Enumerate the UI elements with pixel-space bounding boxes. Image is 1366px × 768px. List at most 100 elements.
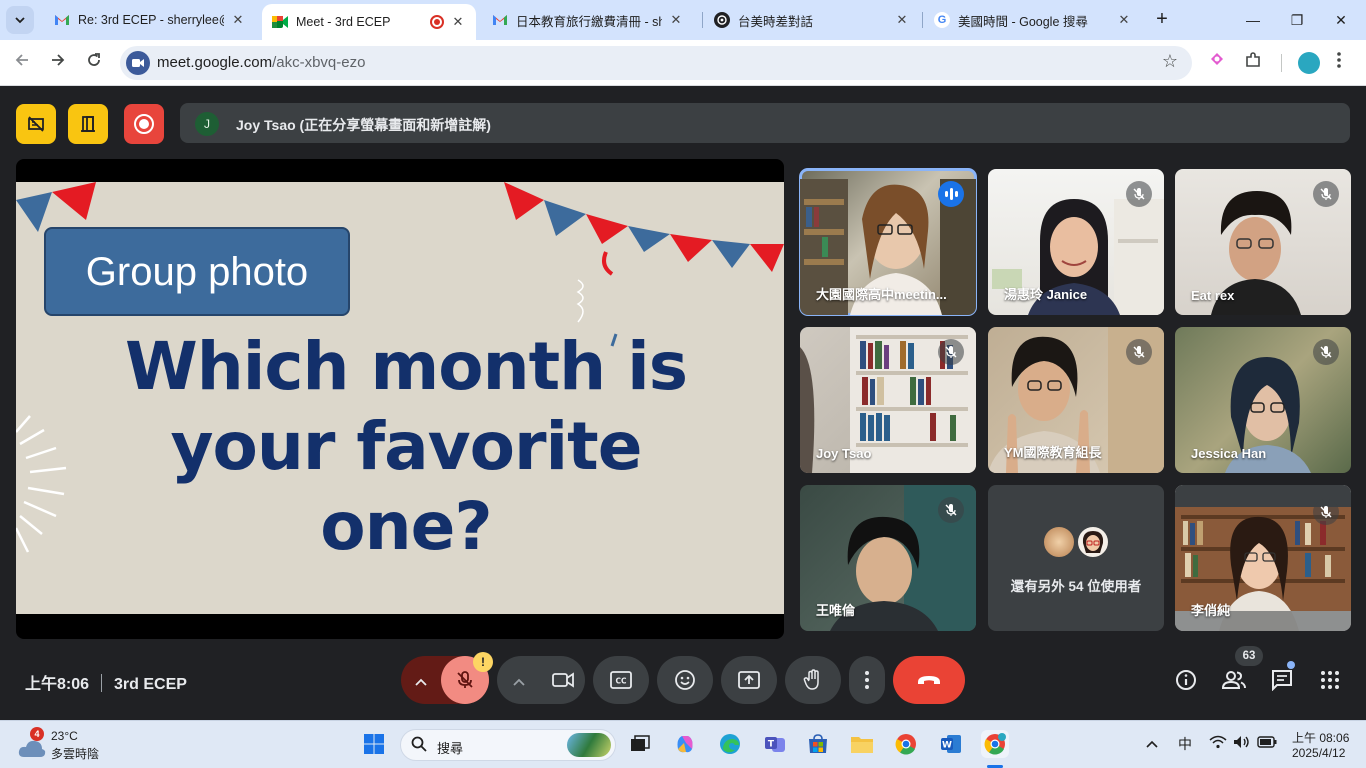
mic-warning-icon[interactable]: ! bbox=[473, 652, 493, 672]
restore-button[interactable]: ❐ bbox=[1274, 6, 1320, 34]
mic-off-icon bbox=[1313, 339, 1339, 365]
raise-hand-button[interactable] bbox=[785, 656, 841, 704]
tab-title: Re: 3rd ECEP - sherrylee@g bbox=[78, 13, 224, 27]
present-screen-icon bbox=[738, 671, 760, 689]
site-info-icon[interactable] bbox=[126, 51, 150, 75]
ime-indicator[interactable]: 中 bbox=[1178, 734, 1192, 754]
reactions-button[interactable] bbox=[657, 656, 713, 704]
participant-tile[interactable]: 王唯倫 bbox=[800, 485, 976, 631]
presenter-label: Joy Tsao (正在分享螢幕畫面和新增註解) bbox=[236, 117, 491, 133]
others-suffix: 位使用者 bbox=[1083, 579, 1142, 594]
store-app[interactable] bbox=[804, 730, 832, 758]
leave-call-button[interactable] bbox=[893, 656, 965, 704]
close-window-button[interactable]: ✕ bbox=[1318, 6, 1364, 34]
browser-toolbar: meet.google.com/akc-xbvq-ezo ☆ bbox=[0, 40, 1366, 86]
meeting-info: 上午8:06 3rd ECEP bbox=[25, 670, 187, 694]
participant-name: Joy Tsao bbox=[816, 446, 872, 461]
teams-app[interactable]: T bbox=[761, 730, 789, 758]
tab-gmail-japan-trip[interactable]: 日本教育旅行繳費清冊 - she ✕ bbox=[482, 4, 694, 36]
participant-tile[interactable]: Jessica Han bbox=[1175, 327, 1351, 473]
activities-button[interactable] bbox=[1317, 667, 1343, 693]
tab-gmail-re-3rd-ecep[interactable]: Re: 3rd ECEP - sherrylee@g ✕ bbox=[44, 4, 256, 36]
reload-button[interactable] bbox=[81, 50, 107, 76]
extensions-puzzle-icon[interactable] bbox=[1244, 51, 1262, 74]
participant-tile[interactable]: Joy Tsao bbox=[800, 327, 976, 473]
people-icon bbox=[1222, 671, 1246, 689]
new-tab-button[interactable]: + bbox=[1150, 8, 1174, 32]
tab-title: Meet - 3rd ECEP bbox=[296, 15, 391, 29]
captions-button[interactable]: CC bbox=[593, 656, 649, 704]
more-options-button[interactable] bbox=[849, 656, 885, 704]
wifi-icon[interactable] bbox=[1209, 735, 1227, 752]
meeting-details-button[interactable] bbox=[1173, 667, 1199, 693]
chrome-profile-app[interactable] bbox=[981, 730, 1009, 758]
arrow-right-icon bbox=[52, 54, 65, 66]
google-icon: G bbox=[934, 12, 950, 28]
participant-name: 李俏純 bbox=[1191, 603, 1231, 618]
forward-button[interactable] bbox=[45, 50, 71, 76]
slide-question-line2: your favorite one? bbox=[170, 408, 643, 565]
chat-button[interactable] bbox=[1269, 667, 1295, 693]
recording-button[interactable] bbox=[124, 104, 164, 144]
url-text: meet.google.com/akc-xbvq-ezo bbox=[157, 54, 365, 71]
participant-name: Eat rex bbox=[1191, 288, 1235, 303]
folder-icon bbox=[851, 737, 873, 753]
participant-name: Jessica Han bbox=[1191, 446, 1267, 461]
close-tab-icon[interactable]: ✕ bbox=[230, 12, 246, 28]
word-app[interactable]: W bbox=[937, 730, 965, 758]
tab-meet-3rd-ecep[interactable]: Meet - 3rd ECEP ✕ bbox=[262, 4, 476, 40]
address-bar[interactable]: meet.google.com/akc-xbvq-ezo ☆ bbox=[120, 46, 1192, 80]
tab-chatgpt-time-diff[interactable]: 台美時差對話 ✕ bbox=[704, 4, 920, 36]
close-tab-icon[interactable]: ✕ bbox=[894, 12, 910, 28]
weather-description: 多雲時陰 bbox=[51, 747, 100, 761]
clock-date[interactable]: 2025/4/12 bbox=[1292, 746, 1345, 760]
minimize-button[interactable]: — bbox=[1230, 6, 1276, 34]
volume-icon[interactable] bbox=[1233, 735, 1251, 752]
mic-off-icon bbox=[1313, 181, 1339, 207]
camera-toggle-button[interactable] bbox=[541, 656, 585, 704]
hide-tiles-button[interactable] bbox=[16, 104, 56, 144]
present-screen-button[interactable] bbox=[721, 656, 777, 704]
start-button[interactable] bbox=[360, 730, 388, 758]
edge-app[interactable] bbox=[716, 730, 744, 758]
participant-tile[interactable]: 大園國際高中meetin... bbox=[799, 168, 977, 316]
task-view-icon bbox=[631, 735, 650, 751]
browser-window: Re: 3rd ECEP - sherrylee@g ✕ Meet - 3rd … bbox=[0, 0, 1366, 720]
close-tab-icon[interactable]: ✕ bbox=[1116, 12, 1132, 28]
participant-tile[interactable]: 湯惠玲 Janice bbox=[988, 169, 1164, 315]
clock-time[interactable]: 上午 08:06 bbox=[1292, 729, 1349, 746]
others-count: 54 bbox=[1068, 579, 1084, 594]
others-tile[interactable]: 還有另外 54 位使用者 bbox=[988, 485, 1164, 631]
people-button[interactable] bbox=[1221, 667, 1247, 693]
chrome-app[interactable] bbox=[892, 730, 920, 758]
video-camera-icon bbox=[552, 672, 574, 688]
back-button[interactable] bbox=[9, 50, 35, 76]
bookmark-star-icon[interactable]: ☆ bbox=[1162, 51, 1178, 72]
taskbar-search[interactable]: 搜尋 bbox=[400, 729, 616, 761]
breakout-rooms-button[interactable] bbox=[68, 104, 108, 144]
tab-search-button[interactable] bbox=[6, 6, 34, 34]
extension-meet-icon[interactable] bbox=[1208, 51, 1226, 72]
tab-google-search[interactable]: G 美國時間 - Google 搜尋 ✕ bbox=[924, 4, 1142, 36]
search-label: 搜尋 bbox=[437, 741, 464, 756]
more-menu-icon[interactable] bbox=[1336, 51, 1342, 74]
file-explorer-app[interactable] bbox=[848, 730, 876, 758]
task-view-button[interactable] bbox=[626, 730, 654, 758]
close-tab-icon[interactable]: ✕ bbox=[450, 14, 466, 30]
camera-options-button[interactable] bbox=[497, 670, 541, 691]
copilot-app[interactable] bbox=[671, 730, 699, 758]
participant-tile[interactable]: YM國際教育組長 bbox=[988, 327, 1164, 473]
gmail-icon bbox=[54, 12, 70, 28]
mic-options-button[interactable] bbox=[401, 670, 441, 691]
participant-tile[interactable]: Eat rex bbox=[1175, 169, 1351, 315]
meeting-name: 3rd ECEP bbox=[114, 676, 187, 693]
battery-icon[interactable] bbox=[1257, 735, 1277, 751]
door-icon bbox=[81, 116, 95, 132]
close-tab-icon[interactable]: ✕ bbox=[668, 12, 684, 28]
profile-avatar[interactable] bbox=[1298, 52, 1320, 74]
mic-off-icon bbox=[938, 497, 964, 523]
show-hidden-icons-button[interactable] bbox=[1146, 735, 1158, 751]
video-off-icon bbox=[28, 116, 44, 132]
screen-share[interactable]: Group photo Which month is your favorite… bbox=[16, 159, 784, 639]
participant-tile[interactable]: 李俏純 bbox=[1175, 485, 1351, 631]
